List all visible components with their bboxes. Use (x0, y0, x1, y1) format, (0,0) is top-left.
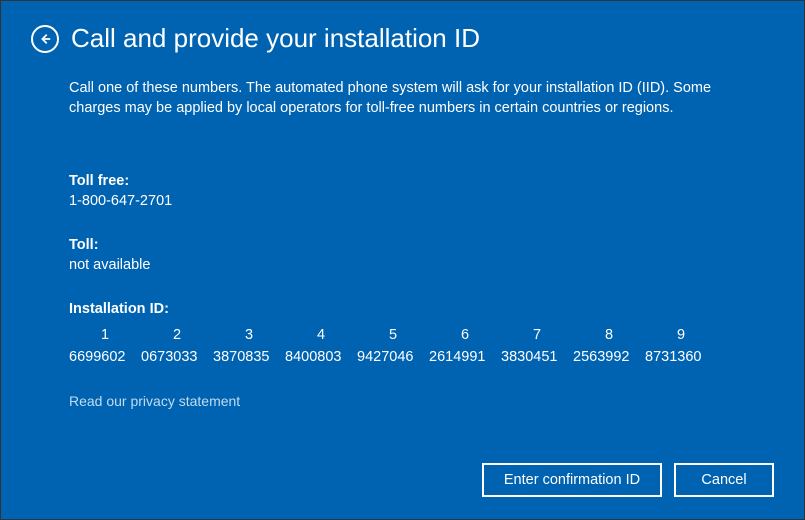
activation-window: Call and provide your installation ID Ca… (0, 0, 805, 520)
installation-id-header-row: 1 2 3 4 5 6 7 8 9 (69, 327, 719, 349)
back-button[interactable] (31, 25, 59, 53)
toll-free-section: Toll free: 1-800-647-2701 (69, 173, 764, 209)
iid-value: 8731360 (645, 349, 717, 365)
cancel-button[interactable]: Cancel (674, 463, 774, 497)
toll-label: Toll: (69, 237, 764, 253)
iid-col-header: 2 (141, 327, 213, 349)
content: Call one of these numbers. The automated… (31, 78, 774, 409)
iid-value: 2563992 (573, 349, 645, 365)
toll-free-label: Toll free: (69, 173, 764, 189)
iid-value: 0673033 (141, 349, 213, 365)
installation-id-table: 1 2 3 4 5 6 7 8 9 6699602 0673033 387083… (69, 327, 719, 365)
iid-value: 9427046 (357, 349, 429, 365)
installation-id-section: Installation ID: 1 2 3 4 5 6 7 8 9 66996… (69, 301, 764, 365)
toll-section: Toll: not available (69, 237, 764, 273)
installation-id-value-row: 6699602 0673033 3870835 8400803 9427046 … (69, 349, 719, 365)
iid-col-header: 1 (69, 327, 141, 349)
iid-value: 2614991 (429, 349, 501, 365)
toll-value: not available (69, 257, 764, 273)
iid-value: 8400803 (285, 349, 357, 365)
iid-value: 6699602 (69, 349, 141, 365)
privacy-link[interactable]: Read our privacy statement (69, 393, 764, 409)
iid-col-header: 8 (573, 327, 645, 349)
iid-value: 3830451 (501, 349, 573, 365)
iid-col-header: 6 (429, 327, 501, 349)
description-text: Call one of these numbers. The automated… (69, 78, 764, 119)
button-bar: Enter confirmation ID Cancel (482, 463, 774, 497)
installation-id-label: Installation ID: (69, 301, 764, 317)
iid-col-header: 3 (213, 327, 285, 349)
header: Call and provide your installation ID (31, 23, 774, 54)
iid-col-header: 4 (285, 327, 357, 349)
toll-free-value: 1-800-647-2701 (69, 193, 764, 209)
iid-col-header: 9 (645, 327, 717, 349)
iid-value: 3870835 (213, 349, 285, 365)
page-title: Call and provide your installation ID (71, 23, 480, 54)
iid-col-header: 7 (501, 327, 573, 349)
enter-confirmation-id-button[interactable]: Enter confirmation ID (482, 463, 662, 497)
iid-col-header: 5 (357, 327, 429, 349)
arrow-left-icon (38, 32, 52, 46)
